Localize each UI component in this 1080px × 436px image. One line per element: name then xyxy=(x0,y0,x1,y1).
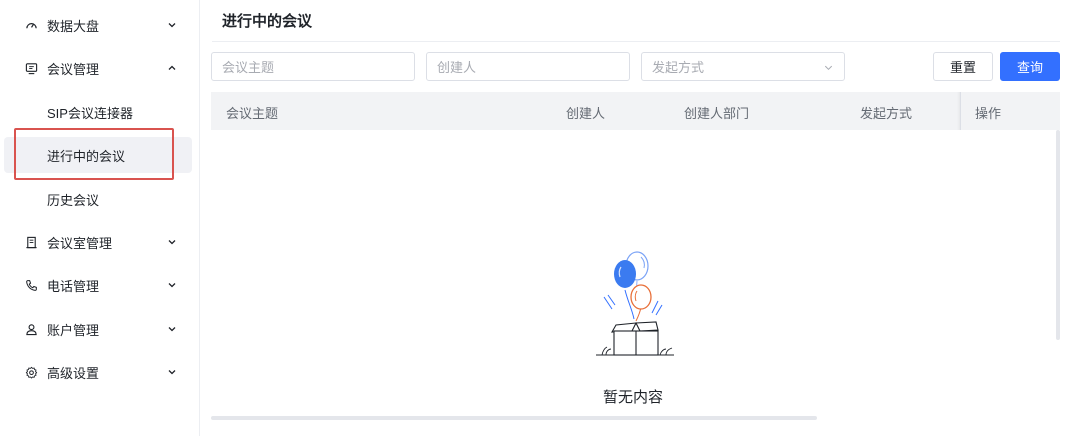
sidebar-item-account-management[interactable]: 账户管理 xyxy=(4,311,192,347)
chevron-down-icon xyxy=(168,370,176,375)
monitor-icon xyxy=(24,61,38,75)
sidebar-item-dashboard[interactable]: 数据大盘 xyxy=(4,7,192,43)
chevron-up-icon xyxy=(168,65,176,70)
main-content: 进行中的会议 会议主题 创建人 发起方式 重置 查询 会议主题 创建人 创建人部… xyxy=(200,0,1080,436)
sidebar-subitem-label: SIP会议连接器 xyxy=(47,105,133,121)
reset-button[interactable]: 重置 xyxy=(933,52,993,81)
chevron-down-icon xyxy=(168,327,176,332)
divider xyxy=(212,41,1060,42)
sidebar-item-label: 电话管理 xyxy=(47,278,100,294)
horizontal-scrollbar[interactable] xyxy=(211,416,817,420)
chevron-down-icon xyxy=(168,240,176,245)
sidebar-item-advanced-settings[interactable]: 高级设置 xyxy=(4,354,192,390)
gear-icon xyxy=(24,365,38,379)
column-header-initiation-method: 发起方式 xyxy=(860,106,913,121)
meeting-topic-placeholder: 会议主题 xyxy=(222,60,275,75)
chevron-down-icon xyxy=(824,65,833,71)
phone-icon xyxy=(24,278,38,292)
sidebar-subitem-label: 历史会议 xyxy=(47,192,100,208)
column-header-creator-department: 创建人部门 xyxy=(684,106,750,121)
column-header-actions: 操作 xyxy=(975,106,1002,121)
initiation-method-select[interactable]: 发起方式 xyxy=(641,52,845,81)
table-header: 会议主题 创建人 创建人部门 发起方式 操作 xyxy=(211,92,1060,130)
empty-balloons-illustration xyxy=(596,251,674,356)
fixed-column-divider xyxy=(960,92,961,130)
column-header-topic: 会议主题 xyxy=(226,106,279,121)
initiation-method-placeholder: 发起方式 xyxy=(652,60,705,75)
building-icon xyxy=(24,235,38,249)
sidebar-subitem-label: 进行中的会议 xyxy=(47,148,126,164)
sidebar-subitem-ongoing-meetings[interactable]: 进行中的会议 xyxy=(4,137,192,173)
sidebar-item-meeting-management[interactable]: 会议管理 xyxy=(4,50,192,86)
sidebar-item-phone-management[interactable]: 电话管理 xyxy=(4,267,192,303)
empty-state-text: 暂无内容 xyxy=(602,389,663,406)
sidebar-item-label: 高级设置 xyxy=(47,365,100,381)
column-header-creator: 创建人 xyxy=(566,106,606,121)
sidebar-item-label: 会议管理 xyxy=(47,61,100,77)
sidebar-item-room-management[interactable]: 会议室管理 xyxy=(4,224,192,260)
search-button[interactable]: 查询 xyxy=(1000,52,1060,81)
page-title: 进行中的会议 xyxy=(222,13,313,30)
dashboard-icon xyxy=(24,18,38,32)
chevron-down-icon xyxy=(168,23,176,28)
sidebar-subitem-history-meetings[interactable]: 历史会议 xyxy=(4,181,192,217)
meeting-topic-input[interactable]: 会议主题 xyxy=(211,52,415,81)
sidebar-item-label: 数据大盘 xyxy=(47,18,100,34)
sidebar-item-label: 账户管理 xyxy=(47,322,100,338)
vertical-scrollbar[interactable] xyxy=(1056,130,1060,340)
creator-input[interactable]: 创建人 xyxy=(426,52,630,81)
sidebar-item-label: 会议室管理 xyxy=(47,235,113,251)
creator-placeholder: 创建人 xyxy=(437,60,477,75)
chevron-down-icon xyxy=(168,283,176,288)
sidebar-subitem-sip-connector[interactable]: SIP会议连接器 xyxy=(4,94,192,130)
user-icon xyxy=(24,322,38,336)
sidebar: 数据大盘 会议管理 SIP会议连接器 进行中的会议 历史会议 会议室管理 电话管… xyxy=(0,0,200,436)
